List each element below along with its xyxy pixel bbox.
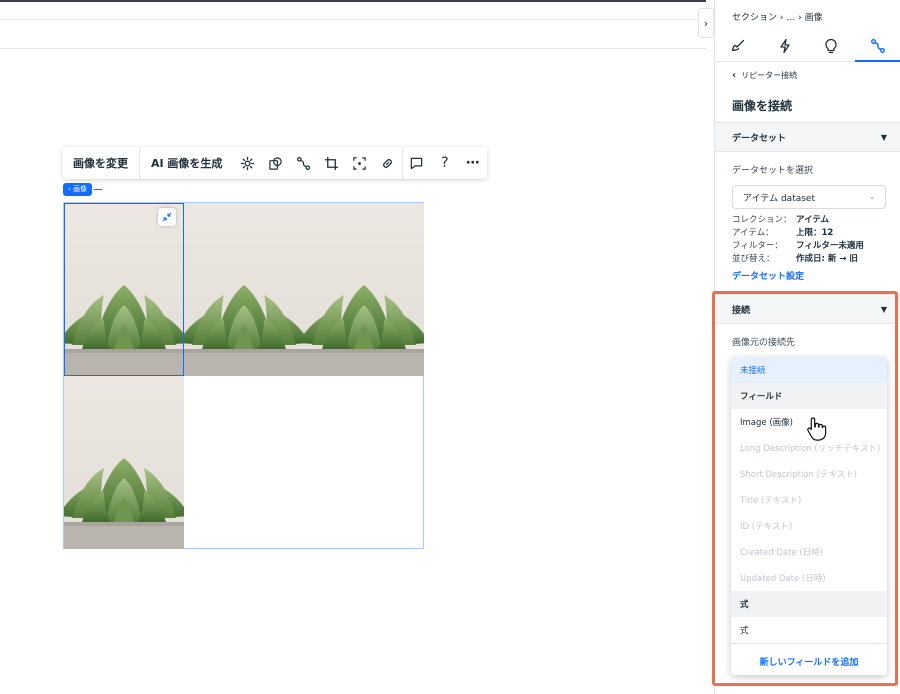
- comment-icon[interactable]: [403, 147, 431, 179]
- connect-data-icon[interactable]: [290, 147, 318, 179]
- animation-icon[interactable]: [261, 147, 289, 179]
- shrink-icon[interactable]: [158, 208, 176, 226]
- chip-connector: [94, 189, 102, 190]
- connect-data-icon: [870, 38, 885, 53]
- page-title: 画像を接続: [732, 99, 793, 113]
- info-value: フィルター未適用: [796, 240, 864, 251]
- focal-point-icon[interactable]: [346, 147, 374, 179]
- caret-down-icon: ▼: [880, 132, 887, 142]
- brush-icon: [732, 39, 745, 51]
- back-to-repeater-link[interactable]: ‹ リピーター接続: [732, 70, 797, 81]
- repeater-item-image[interactable]: [184, 203, 304, 376]
- dataset-section-header[interactable]: データセット ▼: [715, 122, 900, 152]
- annotation-highlight-box: [712, 291, 898, 686]
- canvas-ruler: [0, 19, 706, 49]
- change-image-button[interactable]: 画像を変更: [62, 147, 139, 179]
- link-icon[interactable]: [374, 147, 402, 179]
- info-row: アイテム： 上限：12: [732, 225, 864, 238]
- info-key: 並び替え：: [732, 253, 775, 264]
- tab-design[interactable]: [715, 30, 762, 61]
- info-row: フィルター： フィルター未適用: [732, 238, 864, 251]
- lightning-icon: [780, 38, 790, 53]
- info-key: コレクション：: [732, 214, 792, 225]
- lightbulb-icon: [825, 38, 837, 53]
- collapse-panel-chevron-icon[interactable]: ›: [698, 8, 714, 38]
- info-row: 並び替え： 作成日: 新 → 旧: [732, 251, 864, 264]
- repeater-item-image[interactable]: [64, 376, 184, 549]
- top-bar-edge: [0, 0, 706, 2]
- ai-generate-image-button[interactable]: AI 画像を生成: [140, 147, 233, 179]
- dataset-settings-link[interactable]: データセット設定: [732, 269, 804, 282]
- dataset-info: コレクション： アイテム アイテム： 上限：12 フィルター： フィルター未適用 並び…: [732, 212, 864, 264]
- element-name-chip[interactable]: ‹ 画像: [63, 183, 93, 196]
- tab-connect-data[interactable]: [854, 30, 900, 62]
- section-title: データセット: [732, 133, 787, 144]
- chevron-left-icon: ‹: [732, 70, 737, 81]
- back-link-label: リピーター接続: [741, 71, 798, 80]
- info-row: コレクション： アイテム: [732, 212, 864, 225]
- repeater-item-image[interactable]: [64, 203, 184, 376]
- editor-canvas[interactable]: 画像を変更 AI 画像を生成 ? ⋯ ‹ 画像: [0, 0, 706, 694]
- info-value: アイテム: [796, 214, 830, 225]
- image-floating-toolbar: 画像を変更 AI 画像を生成 ? ⋯: [62, 147, 487, 179]
- breadcrumb[interactable]: セクション › … › 画像: [732, 10, 823, 23]
- repeater-item-image[interactable]: [304, 203, 424, 376]
- panel-tabs: [715, 30, 900, 62]
- info-value: 上限：12: [796, 227, 834, 238]
- tab-interactions[interactable]: [762, 30, 809, 61]
- settings-icon[interactable]: [233, 147, 261, 179]
- info-value: 作成日: 新 → 旧: [796, 253, 858, 264]
- repeater-container[interactable]: [63, 202, 424, 549]
- chevron-down-icon: ⌄: [869, 193, 875, 201]
- dataset-select-label: データセットを選択: [732, 166, 814, 176]
- info-key: フィルター：: [732, 240, 783, 251]
- crop-icon[interactable]: [318, 147, 346, 179]
- info-key: アイテム：: [732, 227, 774, 238]
- more-icon[interactable]: ⋯: [459, 147, 487, 179]
- dataset-select[interactable]: アイテム dataset ⌄: [732, 185, 886, 209]
- dataset-select-value: アイテム dataset: [743, 193, 815, 204]
- hand-cursor-icon: [807, 417, 827, 441]
- help-icon[interactable]: ?: [431, 147, 459, 179]
- tab-ideas[interactable]: [808, 30, 855, 61]
